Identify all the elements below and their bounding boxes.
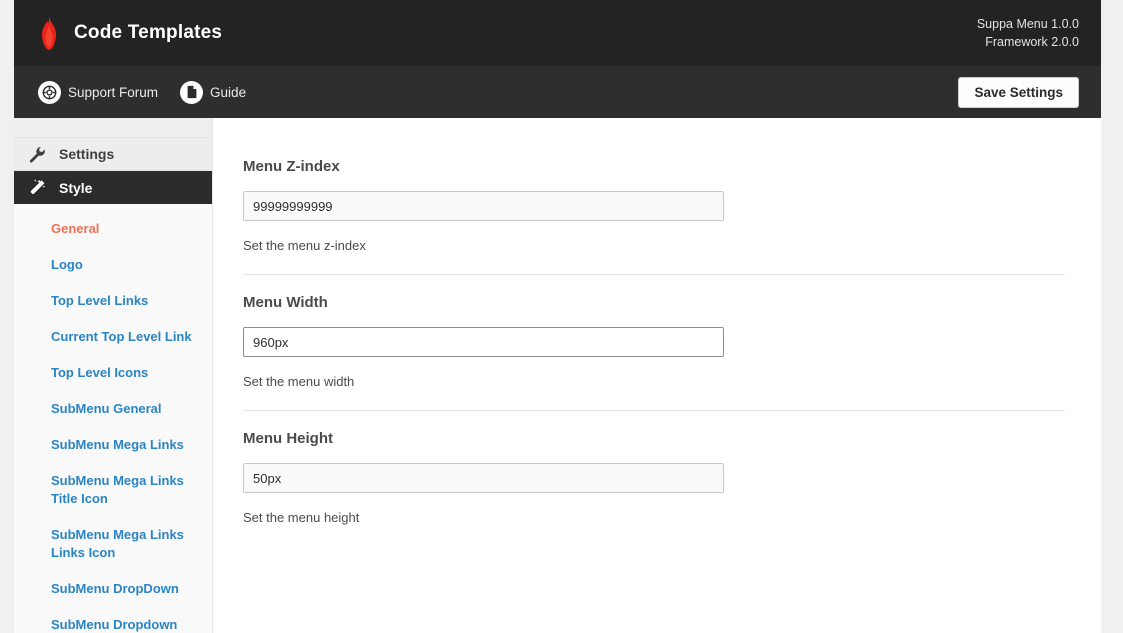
app-title: Code Templates <box>74 22 223 43</box>
app-header: Code Templates Suppa Menu 1.0.0 Framewor… <box>14 0 1101 66</box>
sidebar-sub-list: General Logo Top Level Links Current Top… <box>14 204 212 633</box>
save-settings-button[interactable]: Save Settings <box>958 76 1079 108</box>
menu-width-input[interactable] <box>243 327 724 357</box>
brand: Code Templates <box>38 16 222 50</box>
sidebar-subitem-logo[interactable]: Logo <box>14 256 212 274</box>
settings-form: Menu Z-index Set the menu z-index Menu W… <box>213 118 1101 633</box>
sidebar-item-style-label: Style <box>59 179 93 196</box>
version-info: Suppa Menu 1.0.0 Framework 2.0.0 <box>977 15 1079 51</box>
field-group-menu-zindex: Menu Z-index Set the menu z-index <box>243 158 1065 274</box>
sidebar-subitem-general[interactable]: General <box>14 220 212 238</box>
sidebar: Settings Style General Logo Top Level Li… <box>14 118 213 633</box>
sidebar-subitem-submenu-general[interactable]: SubMenu General <box>14 400 212 418</box>
menu-height-label: Menu Height <box>243 430 333 447</box>
sidebar-subitem-top-level-links[interactable]: Top Level Links <box>14 292 212 310</box>
sidebar-subitem-current-top-level-link[interactable]: Current Top Level Link <box>14 328 212 346</box>
menu-height-help: Set the menu height <box>243 510 360 525</box>
app-window: Code Templates Suppa Menu 1.0.0 Framewor… <box>0 0 1123 633</box>
sidebar-subitem-submenu-mega-links-title-icon[interactable]: SubMenu Mega Links Title Icon <box>14 472 212 508</box>
field-group-menu-height: Menu Height Set the menu height <box>243 410 1065 546</box>
sidebar-subitem-top-level-icons[interactable]: Top Level Icons <box>14 364 212 382</box>
toolbar-links: Support Forum Guide <box>38 80 247 104</box>
menu-width-help: Set the menu width <box>243 374 355 389</box>
lifebuoy-icon <box>38 80 61 104</box>
menu-width-label: Menu Width <box>243 294 328 311</box>
menu-zindex-input[interactable] <box>243 191 724 221</box>
guide-label: Guide <box>210 84 247 100</box>
sidebar-subitem-submenu-dropdown-icons[interactable]: SubMenu Dropdown Icons <box>14 616 212 633</box>
support-forum-label: Support Forum <box>68 84 159 100</box>
guide-link[interactable]: Guide <box>180 80 247 104</box>
wrench-icon <box>29 146 45 163</box>
version-product: Suppa Menu 1.0.0 <box>976 17 1079 31</box>
sidebar-subitem-submenu-dropdown[interactable]: SubMenu DropDown <box>14 580 212 598</box>
document-icon <box>180 80 204 104</box>
sidebar-item-settings[interactable]: Settings <box>14 138 212 171</box>
version-framework: Framework 2.0.0 <box>985 35 1079 49</box>
menu-zindex-label: Menu Z-index <box>243 158 340 175</box>
menu-height-input[interactable] <box>243 463 724 493</box>
app-toolbar: Support Forum Guide Save Settings <box>14 66 1101 118</box>
sidebar-item-settings-label: Settings <box>59 146 115 162</box>
sidebar-subitem-submenu-mega-links-links-icon[interactable]: SubMenu Mega Links Links Icon <box>14 526 212 562</box>
support-forum-link[interactable]: Support Forum <box>38 80 159 104</box>
sidebar-top-strip <box>14 118 212 138</box>
sidebar-subitem-submenu-mega-links[interactable]: SubMenu Mega Links <box>14 436 212 454</box>
menu-zindex-help: Set the menu z-index <box>243 238 366 253</box>
flame-icon <box>42 16 56 50</box>
field-group-menu-width: Menu Width Set the menu width <box>243 274 1065 410</box>
sidebar-item-style[interactable]: Style <box>14 171 212 204</box>
magic-wand-icon <box>30 179 46 195</box>
